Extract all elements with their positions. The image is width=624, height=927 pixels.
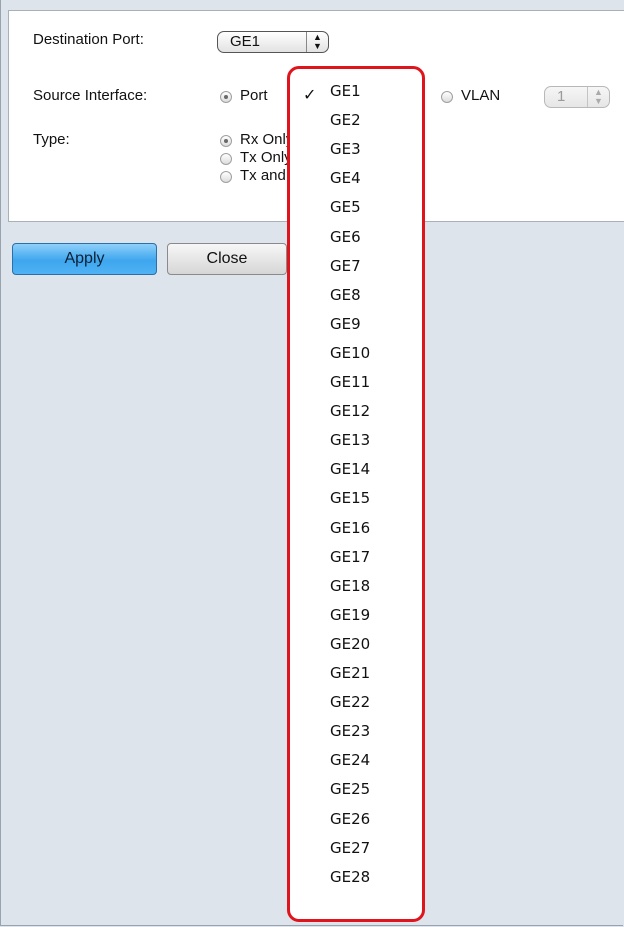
- dropdown-option-ge25[interactable]: GE25: [330, 780, 370, 798]
- dropdown-option-ge8[interactable]: GE8: [330, 286, 361, 304]
- dropdown-option-ge9[interactable]: GE9: [330, 315, 361, 333]
- dropdown-option-ge24[interactable]: GE24: [330, 751, 370, 769]
- dropdown-option-ge22[interactable]: GE22: [330, 693, 370, 711]
- dropdown-option-ge14[interactable]: GE14: [330, 460, 370, 478]
- dropdown-option-ge26[interactable]: GE26: [330, 810, 370, 828]
- dropdown-option-ge17[interactable]: GE17: [330, 548, 370, 566]
- dropdown-option-ge10[interactable]: GE10: [330, 344, 370, 362]
- checkmark-icon: ✓: [303, 85, 317, 104]
- dropdown-option-ge4[interactable]: GE4: [330, 169, 361, 187]
- dropdown-option-ge21[interactable]: GE21: [330, 664, 370, 682]
- select-arrows-icon: ▲ ▼: [306, 32, 328, 52]
- dropdown-option-ge13[interactable]: GE13: [330, 431, 370, 449]
- dropdown-option-ge18[interactable]: GE18: [330, 577, 370, 595]
- dropdown-option-ge5[interactable]: GE5: [330, 198, 361, 216]
- dropdown-option-ge15[interactable]: GE15: [330, 489, 370, 507]
- dropdown-option-ge28[interactable]: GE28: [330, 868, 370, 886]
- dropdown-option-ge16[interactable]: GE16: [330, 519, 370, 537]
- type-tx-radio[interactable]: [220, 153, 232, 165]
- vlan-label: VLAN: [461, 87, 501, 104]
- dropdown-option-ge20[interactable]: GE20: [330, 635, 370, 653]
- dropdown-option-ge12[interactable]: GE12: [330, 402, 370, 420]
- source-interface-label: Source Interface:: [33, 87, 148, 104]
- dropdown-option-ge6[interactable]: GE6: [330, 228, 361, 246]
- type-rx-radio[interactable]: [220, 135, 232, 147]
- source-vlan-radio[interactable]: [441, 91, 453, 103]
- dropdown-option-ge1[interactable]: GE1: [330, 82, 361, 100]
- port-dropdown-menu[interactable]: ✓ GE1 GE2 GE3 GE4 GE5 GE6 GE7 GE8 GE9 GE10 GE11 GE1…: [287, 66, 425, 922]
- select-arrows-icon: ▲ ▼: [587, 87, 609, 107]
- source-port-label: Port: [240, 87, 268, 104]
- apply-button[interactable]: Apply: [12, 243, 157, 275]
- dropdown-option-ge19[interactable]: GE19: [330, 606, 370, 624]
- source-port-radio[interactable]: [220, 91, 232, 103]
- dropdown-option-ge3[interactable]: GE3: [330, 140, 361, 158]
- destination-port-value: GE1: [230, 33, 261, 50]
- vlan-select[interactable]: 1 ▲ ▼: [544, 86, 610, 108]
- type-tx-label: Tx Only: [240, 149, 292, 166]
- dropdown-option-ge7[interactable]: GE7: [330, 257, 361, 275]
- close-button[interactable]: Close: [167, 243, 287, 275]
- destination-port-label: Destination Port:: [33, 31, 144, 48]
- type-rx-label: Rx Only: [240, 131, 294, 148]
- vlan-value: 1: [557, 88, 566, 105]
- type-txrx-radio[interactable]: [220, 171, 232, 183]
- dropdown-option-ge11[interactable]: GE11: [330, 373, 370, 391]
- dropdown-option-ge27[interactable]: GE27: [330, 839, 370, 857]
- dropdown-option-ge23[interactable]: GE23: [330, 722, 370, 740]
- dropdown-option-ge2[interactable]: GE2: [330, 111, 361, 129]
- type-label: Type:: [33, 131, 70, 148]
- destination-port-select[interactable]: GE1 ▲ ▼: [217, 31, 329, 53]
